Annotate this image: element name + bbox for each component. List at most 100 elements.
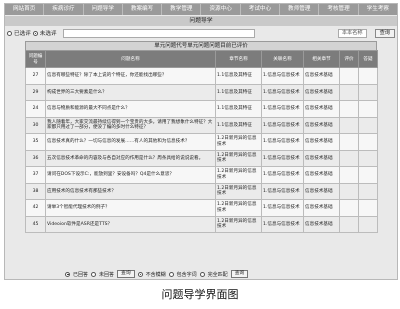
- evaluated-label: 已选评: [14, 31, 31, 37]
- unevaluated-label: 未选评: [39, 31, 57, 37]
- cell-evaluate[interactable]: [339, 100, 359, 118]
- unevaluated-radio[interactable]: [32, 30, 38, 36]
- cell-id: 37: [25, 166, 46, 184]
- nav-teacher-mgmt[interactable]: 教师管理: [280, 4, 320, 15]
- cell-id: 30: [25, 116, 46, 134]
- cell-answer[interactable]: [358, 67, 378, 85]
- cell-answer[interactable]: [358, 215, 378, 233]
- table-caption: 单元问题代号单元问题问题目前已评价: [25, 41, 377, 50]
- top-nav: 网站首页 疾病诊疗 问题导学 教案编写 教学管理 资源中心 考试中心 教师管理 …: [5, 4, 397, 15]
- cell-question[interactable]: 信息与物质和能源的最大不同点是什么？: [45, 100, 216, 118]
- cell-question[interactable]: 信息技术真的什么？一切与信息的发展……有人的其他和为信息技术？: [45, 133, 216, 151]
- cell-chapter: 信息技术基础: [303, 215, 340, 233]
- cell-related: 1.信息与信息技术: [261, 166, 304, 184]
- contains-label: 包含字词: [176, 271, 197, 278]
- table-row[interactable]: 30 我人随着年，大家交流最持续信得到一个宝贵的大多。请用了我想象什么特征？大家…: [25, 116, 378, 134]
- footer-query-button-1[interactable]: 查询: [117, 270, 135, 278]
- cell-answer[interactable]: [358, 149, 378, 167]
- table-row[interactable]: 37 请问在DOS下设示C:，能放到里？安设备吗？Q4是什么意思？ 1.2日新月…: [25, 166, 378, 184]
- fuzzy-radio[interactable]: [137, 271, 143, 277]
- nav-exam-center[interactable]: 考试中心: [241, 4, 281, 15]
- col-header-name: 问题名称: [45, 50, 216, 68]
- cell-evaluate[interactable]: [339, 149, 359, 167]
- cell-chapter: 信息技术基础: [303, 166, 340, 184]
- table-row[interactable]: 36 五次信息技术革命的内容及与各自对应的作用是什么？周条具给的说说说看。 1.…: [25, 149, 378, 167]
- cell-id: 42: [25, 199, 46, 217]
- cell-section: 1.2日新月异的信息技术: [215, 166, 262, 184]
- cell-evaluate[interactable]: [339, 215, 359, 233]
- evaluated-radio[interactable]: [7, 30, 12, 36]
- col-header-id: 问题编号: [25, 50, 46, 68]
- unanswered-radio[interactable]: [91, 271, 97, 277]
- cell-evaluate[interactable]: [339, 116, 359, 134]
- cell-section: 1.2日新月异的信息技术: [215, 149, 262, 167]
- cell-answer[interactable]: [358, 100, 378, 118]
- answered-radio[interactable]: [65, 271, 70, 277]
- course-name-select[interactable]: 本本名称: [337, 28, 367, 38]
- cell-answer[interactable]: [358, 182, 378, 200]
- nav-diagnosis[interactable]: 疾病诊疗: [44, 4, 84, 15]
- cell-question[interactable]: 请问在DOS下设示C:，能放到里？安设备吗？Q4是什么意思？: [45, 166, 216, 184]
- cell-evaluate[interactable]: [339, 67, 359, 85]
- cell-evaluate[interactable]: [339, 83, 359, 101]
- figure-caption: 问题导学界面图: [161, 288, 239, 301]
- cell-section: 1.2日新月异的信息技术: [215, 215, 262, 233]
- cell-answer[interactable]: [358, 166, 378, 184]
- cell-related: 1.信息与信息技术: [261, 116, 304, 134]
- filter-bar: 已选评 未选评 本本名称 查询: [7, 28, 395, 38]
- cell-chapter: 信息技术基础: [303, 67, 340, 85]
- cell-chapter: 信息技术基础: [303, 149, 340, 167]
- table-row[interactable]: 24 信息与物质和能源的最大不同点是什么？ 1.1信息及其特征 1.信息与信息技…: [25, 100, 378, 118]
- nav-assessment-mgmt[interactable]: 考核管理: [319, 4, 359, 15]
- nav-student-review[interactable]: 学生考察: [359, 4, 397, 15]
- exact-label: 完全匹配: [207, 271, 228, 278]
- col-header-chapter: 相关章节: [303, 50, 340, 68]
- cell-chapter: 信息技术基础: [303, 100, 340, 118]
- nav-resource-center[interactable]: 资源中心: [201, 4, 241, 15]
- exact-radio[interactable]: [199, 271, 205, 277]
- nav-home[interactable]: 网站首页: [5, 4, 45, 15]
- cell-evaluate[interactable]: [339, 133, 359, 151]
- cell-question[interactable]: 请举3个智能代理技术的例子？: [45, 199, 216, 217]
- cell-question[interactable]: 五次信息技术革命的内容及与各自对应的作用是什么？周条具给的说说说看。: [45, 149, 216, 167]
- cell-section: 1.1信息及其特征: [215, 116, 262, 134]
- contains-radio[interactable]: [168, 271, 174, 277]
- cell-question[interactable]: Videoion软件是ASR还是TTS？: [45, 215, 216, 233]
- nav-problem-guide[interactable]: 问题导学: [84, 4, 123, 15]
- table-row[interactable]: 29 构成世界的三大要素是什么？ 1.1信息及其特征 1.信息与信息技术 信息技…: [25, 83, 378, 101]
- table-row[interactable]: 38 应用技术的信息技术有那些技术？ 1.2日新月异的信息技术 1.信息与信息技…: [25, 182, 378, 200]
- search-input[interactable]: [62, 28, 255, 38]
- cell-section: 1.2日新月异的信息技术: [215, 133, 262, 151]
- cell-question[interactable]: 我人随着年，大家交流最持续信得到一个宝贵的大多。请用了我想象什么特征？大家都只用…: [45, 116, 216, 134]
- cell-question[interactable]: 应用技术的信息技术有那些技术？: [45, 182, 216, 200]
- cell-evaluate[interactable]: [339, 166, 359, 184]
- table-row[interactable]: 27 信息有哪些特征？除了本上说的个特征，你还能找出哪些？ 1.1信息及其特征 …: [25, 67, 378, 85]
- cell-chapter: 信息技术基础: [303, 116, 340, 134]
- footer-query-button-2[interactable]: 查询: [230, 270, 249, 278]
- cell-evaluate[interactable]: [339, 199, 359, 217]
- cell-section: 1.2日新月异的信息技术: [215, 199, 262, 217]
- cell-evaluate[interactable]: [339, 182, 359, 200]
- cell-id: 24: [25, 100, 46, 118]
- nav-teaching-mgmt[interactable]: 教学管理: [162, 4, 202, 15]
- app-window: 网站首页 疾病诊疗 问题导学 教案编写 教学管理 资源中心 考试中心 教师管理 …: [4, 3, 398, 280]
- cell-chapter: 信息技术基础: [303, 133, 340, 151]
- nav-lesson-plan[interactable]: 教案编写: [123, 4, 163, 15]
- table-row[interactable]: 42 请举3个智能代理技术的例子？ 1.2日新月异的信息技术 1.信息与信息技术…: [25, 199, 378, 217]
- cell-id: 29: [25, 83, 46, 101]
- cell-question[interactable]: 构成世界的三大要素是什么？: [45, 83, 216, 101]
- table-row[interactable]: 35 信息技术真的什么？一切与信息的发展……有人的其他和为信息技术？ 1.2日新…: [25, 133, 378, 151]
- cell-related: 1.信息与信息技术: [261, 182, 304, 200]
- unanswered-label: 未回答: [99, 271, 115, 278]
- cell-answer[interactable]: [358, 83, 378, 101]
- cell-answer[interactable]: [358, 116, 378, 134]
- cell-id: 45: [25, 215, 46, 233]
- query-button[interactable]: 查询: [374, 28, 395, 38]
- table-row[interactable]: 45 Videoion软件是ASR还是TTS？ 1.2日新月异的信息技术 1.信…: [25, 215, 378, 233]
- cell-answer[interactable]: [358, 199, 378, 217]
- cell-related: 1.信息与信息技术: [261, 67, 304, 85]
- cell-answer[interactable]: [358, 133, 378, 151]
- cell-question[interactable]: 信息有哪些特征？除了本上说的个特征，你还能找出哪些？: [45, 67, 216, 85]
- question-table: 问题编号 问题名称 章节名称 关联名称 相关章节 评价 答疑 27 信息有哪些特…: [25, 50, 378, 233]
- col-header-section: 章节名称: [215, 50, 262, 68]
